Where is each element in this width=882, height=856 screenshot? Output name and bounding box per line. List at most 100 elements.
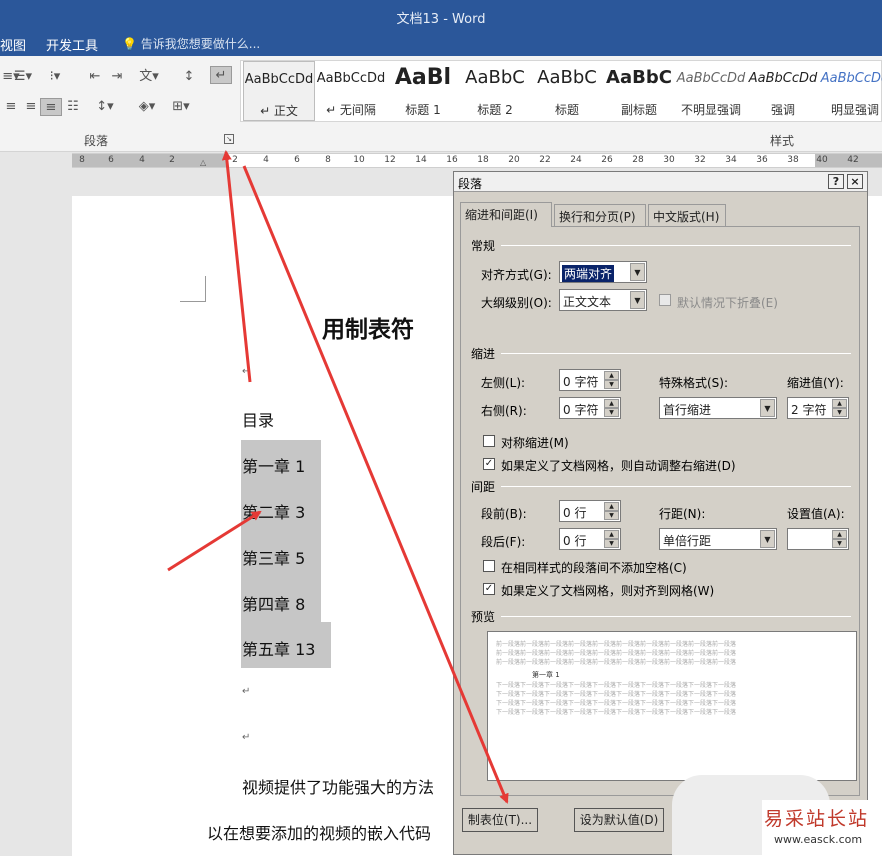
lightbulb-icon: 💡 (122, 37, 137, 51)
ruler-number: 26 (601, 155, 613, 165)
style-subtle-emphasis[interactable]: AaBbCcDd 不明显强调 (675, 61, 747, 121)
space-after-spinner[interactable]: 0 行 ▲ ▼ (559, 528, 621, 550)
style-no-spacing[interactable]: AaBbCcDd ↵ 无间隔 (315, 61, 387, 121)
line-spacing-label: 行距(N): (659, 507, 706, 521)
styles-gallery: AaBbCcDd ↵ 正文 AaBbCcDd ↵ 无间隔 AaBl 标题 1 A… (240, 60, 882, 122)
multilevel-list-icon[interactable]: ⁝▾ (44, 68, 66, 86)
space-before-label: 段前(B): (481, 507, 527, 521)
spinner-arrows-icon[interactable]: ▲ ▼ (604, 371, 619, 389)
style-title[interactable]: AaBbC 标题 (531, 61, 603, 121)
shading-icon[interactable]: ◈▾ (136, 98, 158, 116)
spinner-arrows-icon[interactable]: ▲ ▼ (832, 399, 847, 417)
distributed-icon[interactable]: ☷ (62, 98, 84, 116)
dropdown-arrow-icon: ▼ (760, 399, 775, 417)
chinese-layout-icon[interactable]: 文▾ (138, 68, 160, 86)
mirror-indent-checkbox[interactable] (483, 435, 495, 447)
style-subtitle[interactable]: AaBbC 副标题 (603, 61, 675, 121)
section-general: 常规 (471, 239, 496, 253)
increase-indent-icon[interactable]: ⇥ (106, 68, 128, 86)
paragraph-preview: 前一段落前一段落前一段落前一段落前一段落前一段落前一段落前一段落前一段落前一段落… (487, 631, 857, 781)
indent-right-spinner[interactable]: 0 字符 ▲ ▼ (559, 397, 621, 419)
decrease-indent-icon[interactable]: ⇤ (84, 68, 106, 86)
ruler-number: 30 (663, 155, 675, 165)
style-heading-2[interactable]: AaBbC 标题 2 (459, 61, 531, 121)
collapse-checkbox[interactable] (659, 294, 671, 306)
ruler-number: 10 (353, 155, 365, 165)
auto-adjust-label: 如果定义了文档网格，则自动调整右缩进(D) (501, 459, 736, 473)
section-divider (501, 245, 851, 246)
align-right-icon[interactable]: ≡ (20, 98, 42, 116)
auto-adjust-checkbox[interactable]: ✓ (483, 458, 495, 470)
style-normal[interactable]: AaBbCcDd ↵ 正文 (243, 61, 315, 121)
preview-next-line: 下一段落下一段落下一段落下一段落下一段落下一段落下一段落下一段落下一段落下一段落 (496, 691, 737, 698)
paragraph-group-label: 段落 (84, 134, 109, 148)
paragraph-mark: ↵ (242, 732, 251, 743)
snap-to-grid-label: 如果定义了文档网格，则对齐到网格(W) (501, 584, 715, 598)
close-button[interactable]: × (847, 174, 863, 189)
style-emphasis[interactable]: AaBbCcDd 强调 (747, 61, 819, 121)
dropdown-arrow-icon: ▼ (630, 291, 645, 309)
paragraph-mark: ↵ (242, 366, 251, 377)
margin-corner-mark (180, 276, 206, 302)
indent-by-spinner[interactable]: 2 字符 ▲ ▼ (787, 397, 849, 419)
line-spacing-icon[interactable]: ↕▾ (94, 98, 116, 116)
spinner-arrows-icon[interactable]: ▲ ▼ (604, 399, 619, 417)
numbering-icon[interactable]: ☰▾ (12, 68, 34, 86)
ribbon: ≡▾ ☰▾ ⁝▾ ⇤ ⇥ 文▾ ↕ ↵ ≡ ≡ ≡ ☷ ↕▾ ◈▾ ⊞▾ 段落 … (0, 56, 882, 152)
ruler-number: 4 (139, 155, 145, 165)
no-space-same-style-checkbox[interactable] (483, 560, 495, 572)
snap-to-grid-checkbox[interactable]: ✓ (483, 583, 495, 595)
ruler-number: 14 (415, 155, 427, 165)
paragraph-mark: ↵ (242, 686, 251, 697)
toc-item: 第三章 5 (242, 549, 306, 568)
space-before-spinner[interactable]: 0 行 ▲ ▼ (559, 500, 621, 522)
style-intense-emphasis[interactable]: AaBbCcDd 明显强调 (819, 61, 882, 121)
set-default-button[interactable]: 设为默认值(D) (574, 808, 664, 832)
spinner-arrows-icon[interactable]: ▲ ▼ (832, 530, 847, 548)
special-indent-select[interactable]: 首行缩进 ▼ (659, 397, 777, 419)
spinner-arrows-icon[interactable]: ▲ ▼ (604, 502, 619, 520)
ribbon-tabs: 视图 开发工具 💡 告诉我您想要做什么... (0, 30, 882, 56)
spacing-at-spinner[interactable]: ▲ ▼ (787, 528, 849, 550)
tab-view[interactable]: 视图 (0, 35, 26, 54)
preview-next-line: 下一段落下一段落下一段落下一段落下一段落下一段落下一段落下一段落下一段落下一段落 (496, 700, 737, 707)
horizontal-ruler[interactable]: 8 6 4 2 2 4 6 8 10 12 14 16 18 20 22 24 … (72, 153, 882, 168)
space-after-label: 段后(F): (481, 535, 526, 549)
justify-icon[interactable]: ≡ (40, 98, 62, 116)
alignment-select[interactable]: 两端对齐 ▼ (559, 261, 647, 283)
style-heading-1[interactable]: AaBl 标题 1 (387, 61, 459, 121)
tabs-button[interactable]: 制表位(T)... (462, 808, 538, 832)
help-button[interactable]: ? (828, 174, 844, 189)
ruler-number: 2 (169, 155, 175, 165)
alignment-label: 对齐方式(G): (481, 268, 552, 282)
tab-indent-spacing[interactable]: 缩进和间距(I) (460, 202, 552, 227)
show-marks-icon[interactable]: ↵ (210, 66, 232, 84)
borders-icon[interactable]: ⊞▾ (170, 98, 192, 116)
document-title: 用制表符 (322, 317, 414, 343)
watermark-title: 易采站长站 (764, 808, 870, 830)
section-divider (501, 616, 851, 617)
sort-icon[interactable]: ↕ (178, 68, 200, 86)
paragraph-dialog-launcher-icon[interactable]: ↘ (224, 134, 234, 144)
dropdown-arrow-icon: ▼ (630, 263, 645, 281)
spinner-arrows-icon[interactable]: ▲ ▼ (604, 530, 619, 548)
collapse-label: 默认情况下折叠(E) (677, 296, 778, 310)
dialog-title-bar: 段落 ? × (454, 172, 867, 192)
tab-line-page-breaks[interactable]: 换行和分页(P) (554, 204, 646, 226)
section-indent: 缩进 (471, 347, 496, 361)
outline-level-select[interactable]: 正文文本 ▼ (559, 289, 647, 311)
indent-marker-icon[interactable]: △ (200, 158, 206, 167)
tab-developer[interactable]: 开发工具 (46, 35, 98, 54)
tab-asian-typography[interactable]: 中文版式(H) (648, 204, 726, 226)
indent-left-label: 左侧(L): (481, 376, 526, 390)
ruler-number: 34 (725, 155, 737, 165)
section-preview: 预览 (471, 610, 496, 624)
tell-me-box[interactable]: 💡 告诉我您想要做什么... (122, 35, 260, 52)
align-center-icon[interactable]: ≡ (0, 98, 22, 116)
preview-sample-text: 第一章 1 (532, 671, 560, 679)
preview-prev-line: 前一段落前一段落前一段落前一段落前一段落前一段落前一段落前一段落前一段落前一段落 (496, 641, 737, 648)
line-spacing-select[interactable]: 单倍行距 ▼ (659, 528, 777, 550)
dropdown-arrow-icon: ▼ (760, 530, 775, 548)
indent-left-spinner[interactable]: 0 字符 ▲ ▼ (559, 369, 621, 391)
outline-level-label: 大纲级别(O): (481, 296, 552, 310)
